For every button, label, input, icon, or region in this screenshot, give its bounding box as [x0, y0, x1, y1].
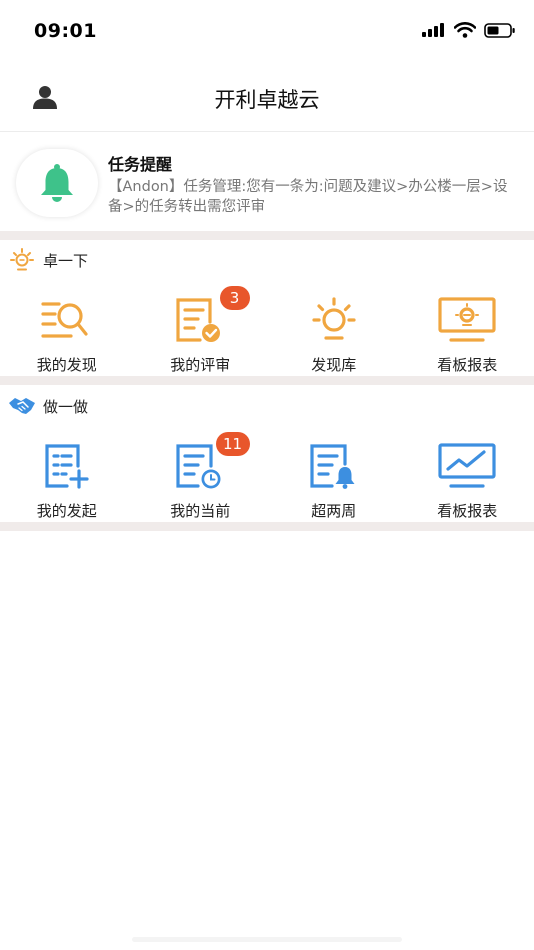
grid-item-label: 发现库: [311, 356, 357, 374]
grid-zuoyizuo: 我的发起 11 我的当前 超两周 看板报表: [0, 432, 534, 528]
grid-item-over-two-weeks[interactable]: 超两周: [267, 436, 401, 528]
grid-item-label: 看板报表: [437, 356, 498, 374]
handshake-icon: [9, 398, 35, 414]
current-count-badge: 11: [215, 432, 250, 456]
notice-title: 任务提醒: [108, 155, 173, 174]
grid-item-label: 我的发起: [36, 502, 97, 520]
grid-item-label: 我的评审: [170, 356, 231, 374]
doc-bell-icon: [310, 444, 355, 489]
section-divider: [0, 231, 534, 240]
monitor-lightbulb-icon: [438, 297, 496, 342]
monitor-chart-icon: [438, 443, 496, 488]
grid-item-dashboard-report[interactable]: 看板报表: [401, 290, 534, 382]
status-time: 09:01: [34, 20, 97, 42]
grid-item-label: 我的当前: [170, 502, 231, 520]
section-header-zuoyizuo: 做一做: [0, 386, 534, 426]
home-indicator: [132, 937, 402, 942]
nav-bar: 开利卓越云: [0, 64, 534, 132]
section-title: 做一做: [43, 398, 89, 416]
task-reminder-card[interactable]: 任务提醒 【Andon】任务管理:您有一条为:问题及建议>办公楼一层>设备>的任…: [0, 133, 534, 231]
grid-item-dashboard-report-2[interactable]: 看板报表: [401, 436, 534, 528]
wifi-icon: [454, 22, 476, 38]
doc-add-icon: [45, 444, 89, 489]
section-divider: [0, 376, 534, 385]
lightbulb-icon: [10, 248, 34, 271]
section-divider: [0, 522, 534, 531]
bell-icon: [41, 164, 73, 202]
lightbulb-icon: [312, 297, 356, 340]
page-title: 开利卓越云: [214, 88, 320, 112]
grid-item-my-review[interactable]: 3 我的评审: [134, 286, 268, 382]
grid-item-label: 超两周: [311, 502, 357, 520]
search-list-icon: [41, 302, 88, 338]
grid-item-my-discovery[interactable]: 我的发现: [0, 290, 134, 382]
section-header-zhuoyixia: 卓一下: [0, 240, 534, 280]
status-icons: [422, 22, 516, 38]
notice-body: 【Andon】任务管理:您有一条为:问题及建议>办公楼一层>设备>的任务转出需您…: [108, 179, 508, 215]
signal-icon: [422, 23, 444, 37]
review-count-badge: 3: [219, 286, 250, 310]
grid-item-discovery-library[interactable]: 发现库: [267, 290, 401, 382]
bell-badge: [16, 149, 98, 217]
grid-item-my-initiated[interactable]: 我的发起: [0, 436, 134, 528]
status-bar: 09:01: [0, 0, 534, 64]
grid-item-label: 我的发现: [36, 356, 97, 374]
grid-item-label: 看板报表: [437, 502, 498, 520]
grid-zhuoyixia: 我的发现 3 我的评审 发现库 看板报表: [0, 286, 534, 382]
battery-icon: [484, 22, 515, 38]
grid-item-my-current[interactable]: 11 我的当前: [134, 432, 268, 528]
section-title: 卓一下: [43, 252, 89, 270]
